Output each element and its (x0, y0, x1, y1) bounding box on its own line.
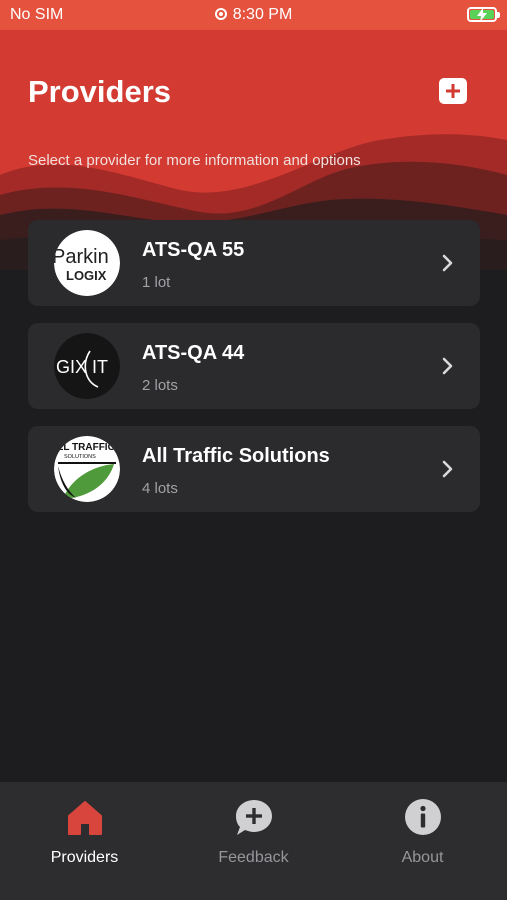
add-provider-button[interactable] (439, 78, 467, 104)
provider-lot-count: 4 lots (142, 480, 178, 497)
status-time: 8:30 PM (232, 6, 293, 23)
tab-label: About (401, 849, 444, 866)
gixit-logo: GIX IT (54, 333, 120, 399)
svg-text:GIX IT: GIX IT (56, 357, 108, 377)
provider-name: ATS-QA 44 (142, 342, 245, 364)
tab-providers[interactable]: Providers (0, 782, 169, 900)
tab-label: Providers (50, 849, 119, 866)
provider-lot-count: 2 lots (142, 377, 178, 394)
chevron-right-icon (442, 460, 453, 478)
page-title: Providers (28, 74, 172, 109)
provider-card[interactable]: ALL TRAFFIC SOLUTIONS All Traffic Soluti… (28, 426, 480, 512)
tab-feedback[interactable]: Feedback (169, 782, 338, 900)
all-traffic-solutions-logo: ALL TRAFFIC SOLUTIONS (54, 436, 120, 502)
provider-lot-count: 1 lot (142, 274, 171, 291)
svg-text:SOLUTIONS: SOLUTIONS (64, 454, 96, 460)
provider-card[interactable]: Parkin LOGIX ATS-QA 55 1 lot (28, 220, 480, 306)
svg-text:Parkin: Parkin (54, 246, 109, 268)
location-icon (214, 8, 227, 20)
chevron-right-icon (442, 254, 453, 272)
provider-name: ATS-QA 55 (142, 239, 245, 261)
status-bar: No SIM 8:30 PM (0, 0, 507, 30)
parkinglogix-logo: Parkin LOGIX (54, 230, 120, 296)
svg-text:LOGIX: LOGIX (66, 268, 107, 283)
svg-text:ALL TRAFFIC: ALL TRAFFIC (54, 442, 115, 453)
house-icon (67, 801, 102, 835)
page-subtitle: Select a provider for more information a… (28, 152, 361, 169)
tab-label: Feedback (218, 849, 289, 866)
tab-bar: Providers Feedback About (0, 782, 507, 900)
chevron-right-icon (442, 357, 453, 375)
plus-square-icon (446, 84, 460, 98)
status-center: 8:30 PM (0, 6, 507, 24)
provider-name: All Traffic Solutions (142, 445, 330, 467)
tab-about[interactable]: About (338, 782, 507, 900)
provider-list: Parkin LOGIX ATS-QA 55 1 lot GIX IT ATS-… (28, 220, 480, 529)
info-circle-icon (404, 799, 441, 835)
speech-bubble-plus-icon (235, 800, 272, 835)
battery-charging-icon (467, 7, 500, 22)
provider-card[interactable]: GIX IT ATS-QA 44 2 lots (28, 323, 480, 409)
